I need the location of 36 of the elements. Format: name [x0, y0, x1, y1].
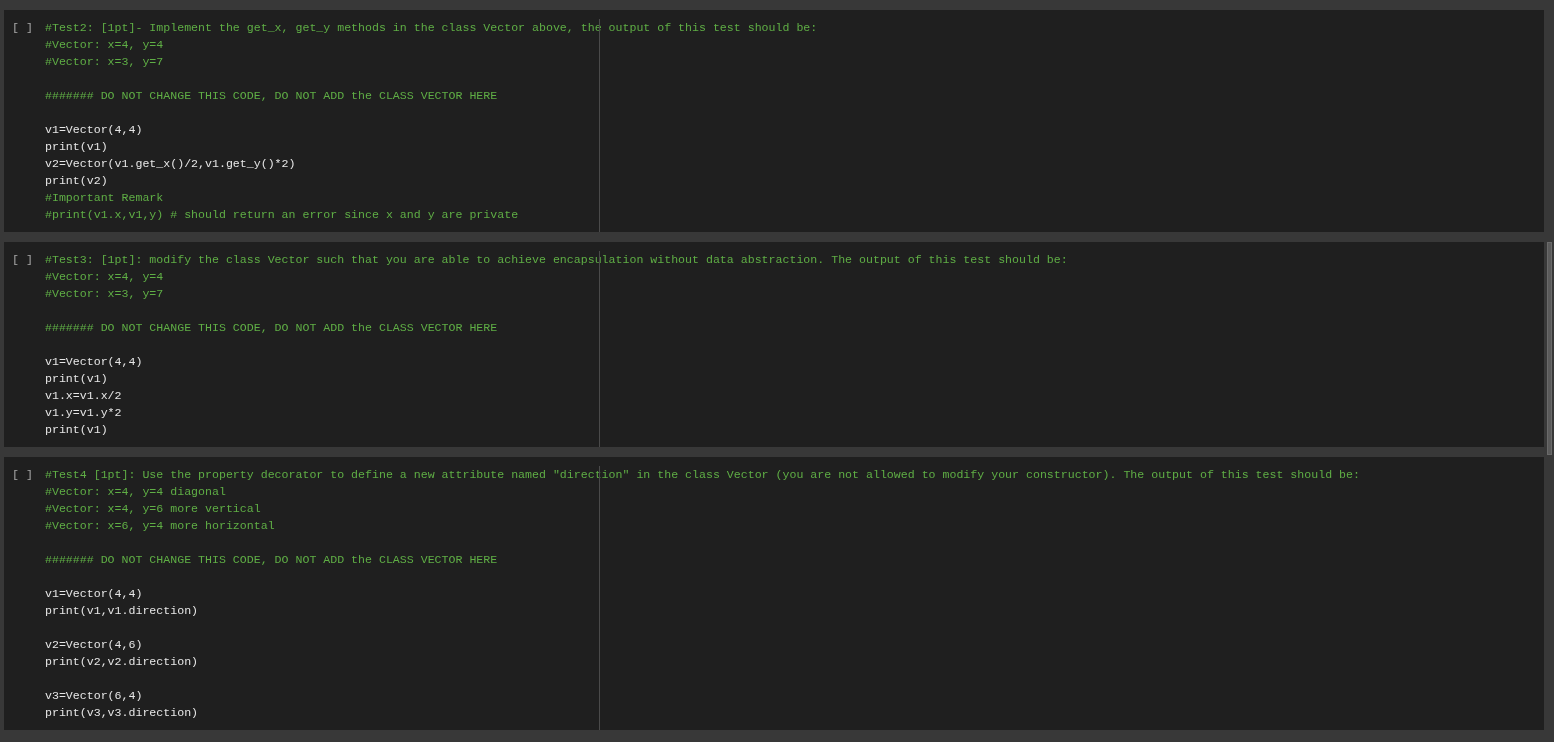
code-comment: #Vector: x=3, y=7: [45, 286, 165, 302]
code-comment: #Vector: x=4, y=4: [45, 269, 165, 285]
code-line: v3=Vector(6,4): [45, 688, 144, 704]
code-cell[interactable]: [4, 457, 1544, 730]
code-comment: #Vector: x=6, y=4 more horizontal: [45, 518, 276, 534]
code-line: v2=Vector(v1.get_x()/2,v1.get_y()*2): [45, 156, 297, 172]
code-comment: ####### DO NOT CHANGE THIS CODE, DO NOT ADD the CLASS VECTOR HERE: [45, 552, 499, 568]
execution-count[interactable]: [ ]: [4, 19, 45, 36]
scrollbar-thumb[interactable]: [1546, 242, 1552, 455]
code-comment: ####### DO NOT CHANGE THIS CODE, DO NOT ADD the CLASS VECTOR HERE: [45, 88, 499, 104]
code-line: v1=Vector(4,4): [45, 586, 144, 602]
code-comment: #Test3: [1pt]: modify the class Vector such that you are able to achieve encapsulation without data abstraction. The output of this test should be:: [45, 252, 1068, 268]
code-line: print(v1): [45, 371, 109, 387]
code-cell[interactable]: [4, 10, 1544, 232]
code-line: print(v2): [45, 173, 109, 189]
execution-count[interactable]: [ ]: [4, 251, 45, 268]
execution-count[interactable]: [ ]: [4, 466, 45, 483]
code-line: v1=Vector(4,4): [45, 354, 144, 370]
code-line: v1=Vector(4,4): [45, 122, 144, 138]
code-line: v1.x=v1.x/2: [45, 388, 123, 404]
code-line: print(v3,v3.direction): [45, 705, 200, 721]
code-line: print(v1,v1.direction): [45, 603, 200, 619]
code-comment: ####### DO NOT CHANGE THIS CODE, DO NOT ADD the CLASS VECTOR HERE: [45, 320, 499, 336]
code-line: print(v1): [45, 139, 109, 155]
code-comment: #Vector: x=4, y=6 more vertical: [45, 501, 262, 517]
code-cell[interactable]: [4, 242, 1544, 447]
code-line: v2=Vector(4,6): [45, 637, 144, 653]
code-comment: #print(v1.x,v1,y) # should return an error since x and y are private: [45, 207, 520, 223]
code-comment: #Vector: x=4, y=4: [45, 37, 165, 53]
code-comment: #Vector: x=3, y=7: [45, 54, 165, 70]
code-line: print(v2,v2.direction): [45, 654, 200, 670]
code-comment: #Important Remark: [45, 190, 165, 206]
code-comment: #Test4 [1pt]: Use the property decorator to define a new attribute named "direction" in the class Vector (you are not allowed to modify your constructor). The output of this test should be:: [45, 467, 1360, 483]
code-line: v1.y=v1.y*2: [45, 405, 123, 421]
code-line: print(v1): [45, 422, 109, 438]
code-comment: #Vector: x=4, y=4 diagonal: [45, 484, 227, 500]
